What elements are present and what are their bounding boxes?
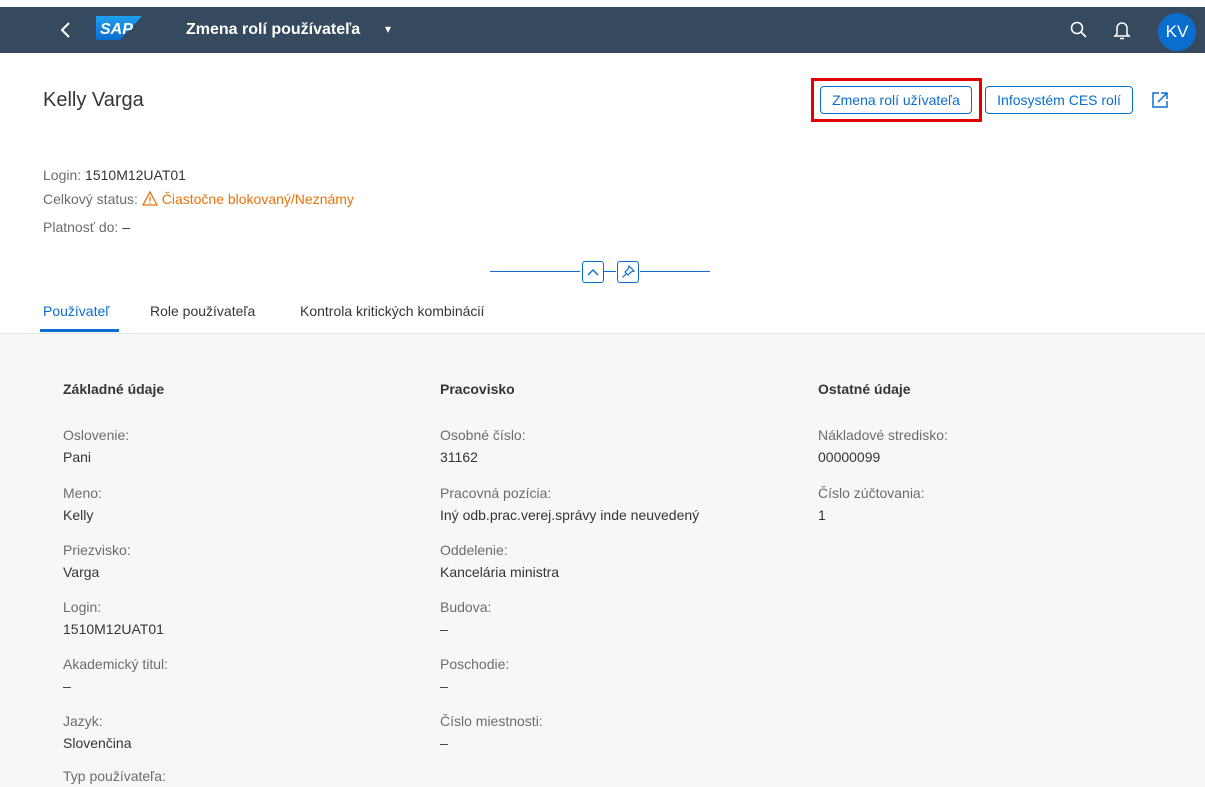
tab-user[interactable]: Používateľ: [43, 303, 109, 319]
field-value: –: [440, 735, 448, 751]
warning-icon: [141, 190, 162, 207]
sap-logo-text: SAP: [100, 21, 133, 38]
title-dropdown-icon[interactable]: ▾: [385, 22, 391, 36]
field-value: 1: [818, 507, 826, 523]
field-value: 31162: [440, 449, 478, 465]
pin-icon: [622, 264, 636, 278]
field-value: Pani: [63, 449, 92, 465]
field-label: Priezvisko:: [63, 542, 131, 558]
tab-critical-combinations[interactable]: Kontrola kritických kombinácií: [300, 303, 484, 319]
infosystem-button[interactable]: Infosystém CES rolí: [985, 86, 1133, 114]
search-icon[interactable]: [1068, 19, 1090, 41]
field-label: Budova:: [440, 599, 492, 615]
pin-header-button[interactable]: [617, 261, 639, 283]
change-roles-button[interactable]: Zmena rolí užívateľa: [820, 86, 972, 114]
collapse-line-mid: [604, 271, 616, 272]
field-label: Oslovenie:: [63, 427, 130, 443]
field-label: Login:: [63, 599, 102, 615]
login-row: Login: 1510M12UAT01: [43, 167, 186, 183]
shell-bar: SAP Zmena rolí používateľa ▾ KV: [0, 7, 1205, 53]
field-value: 1510M12UAT01: [63, 621, 164, 637]
section-title-basic: Základné údaje: [63, 381, 165, 397]
login-value: 1510M12UAT01: [85, 167, 186, 183]
field-label: Osobné číslo:: [440, 427, 526, 443]
field-label: Jazyk:: [63, 713, 103, 729]
top-strip: [0, 0, 1205, 7]
field-label: Poschodie:: [440, 656, 510, 672]
field-value: Iný odb.prac.verej.správy inde neuvedený: [440, 507, 700, 523]
collapse-line-left: [490, 271, 580, 272]
valid-value: –: [122, 219, 130, 235]
field-label: Oddelenie:: [440, 542, 508, 558]
sap-logo[interactable]: SAP: [96, 16, 142, 40]
back-icon[interactable]: [54, 17, 78, 43]
field-value: Varga: [63, 564, 100, 580]
tab-selected-indicator: [40, 329, 119, 332]
status-label: Celkový status:: [43, 191, 138, 207]
field-value: Kancelária ministra: [440, 564, 560, 580]
field-label: Nákladové stredisko:: [818, 427, 948, 443]
login-label: Login:: [43, 167, 82, 183]
field-value: –: [440, 621, 448, 637]
field-label: Číslo miestnosti:: [440, 713, 543, 729]
page-title: Kelly Varga: [43, 89, 144, 111]
tab-user-roles[interactable]: Role používateľa: [150, 303, 255, 319]
user-avatar[interactable]: KV: [1158, 13, 1196, 51]
section-title-other: Ostatné údaje: [818, 381, 911, 397]
notifications-icon[interactable]: [1112, 19, 1132, 41]
field-value: –: [440, 678, 448, 694]
app-title[interactable]: Zmena rolí používateľa: [186, 21, 360, 39]
valid-label: Platnosť do:: [43, 219, 119, 235]
field-value: 00000099: [818, 449, 881, 465]
status-row: Celkový status: Čiastočne blokovaný/Nezn…: [43, 190, 354, 207]
field-label: Typ používateľa:: [63, 768, 166, 784]
object-header: Kelly Varga Zmena rolí užívateľa Infosys…: [0, 53, 1205, 333]
valid-row: Platnosť do: –: [43, 219, 130, 235]
field-label: Číslo zúčtovania:: [818, 485, 925, 501]
field-value: Slovenčina: [63, 735, 132, 751]
share-icon[interactable]: [1150, 90, 1170, 110]
field-value: –: [63, 678, 71, 694]
field-label: Pracovná pozícia:: [440, 485, 552, 501]
collapse-line-right: [640, 271, 710, 272]
field-label: Akademický titul:: [63, 656, 169, 672]
collapse-header-button[interactable]: [582, 261, 604, 283]
content-area: Základné údaje Pracovisko Ostatné údaje …: [0, 333, 1205, 787]
field-label: Meno:: [63, 485, 102, 501]
section-title-workplace: Pracovisko: [440, 381, 515, 397]
status-value: Čiastočne blokovaný/Neznámy: [161, 191, 354, 207]
field-value: Kelly: [63, 507, 94, 523]
